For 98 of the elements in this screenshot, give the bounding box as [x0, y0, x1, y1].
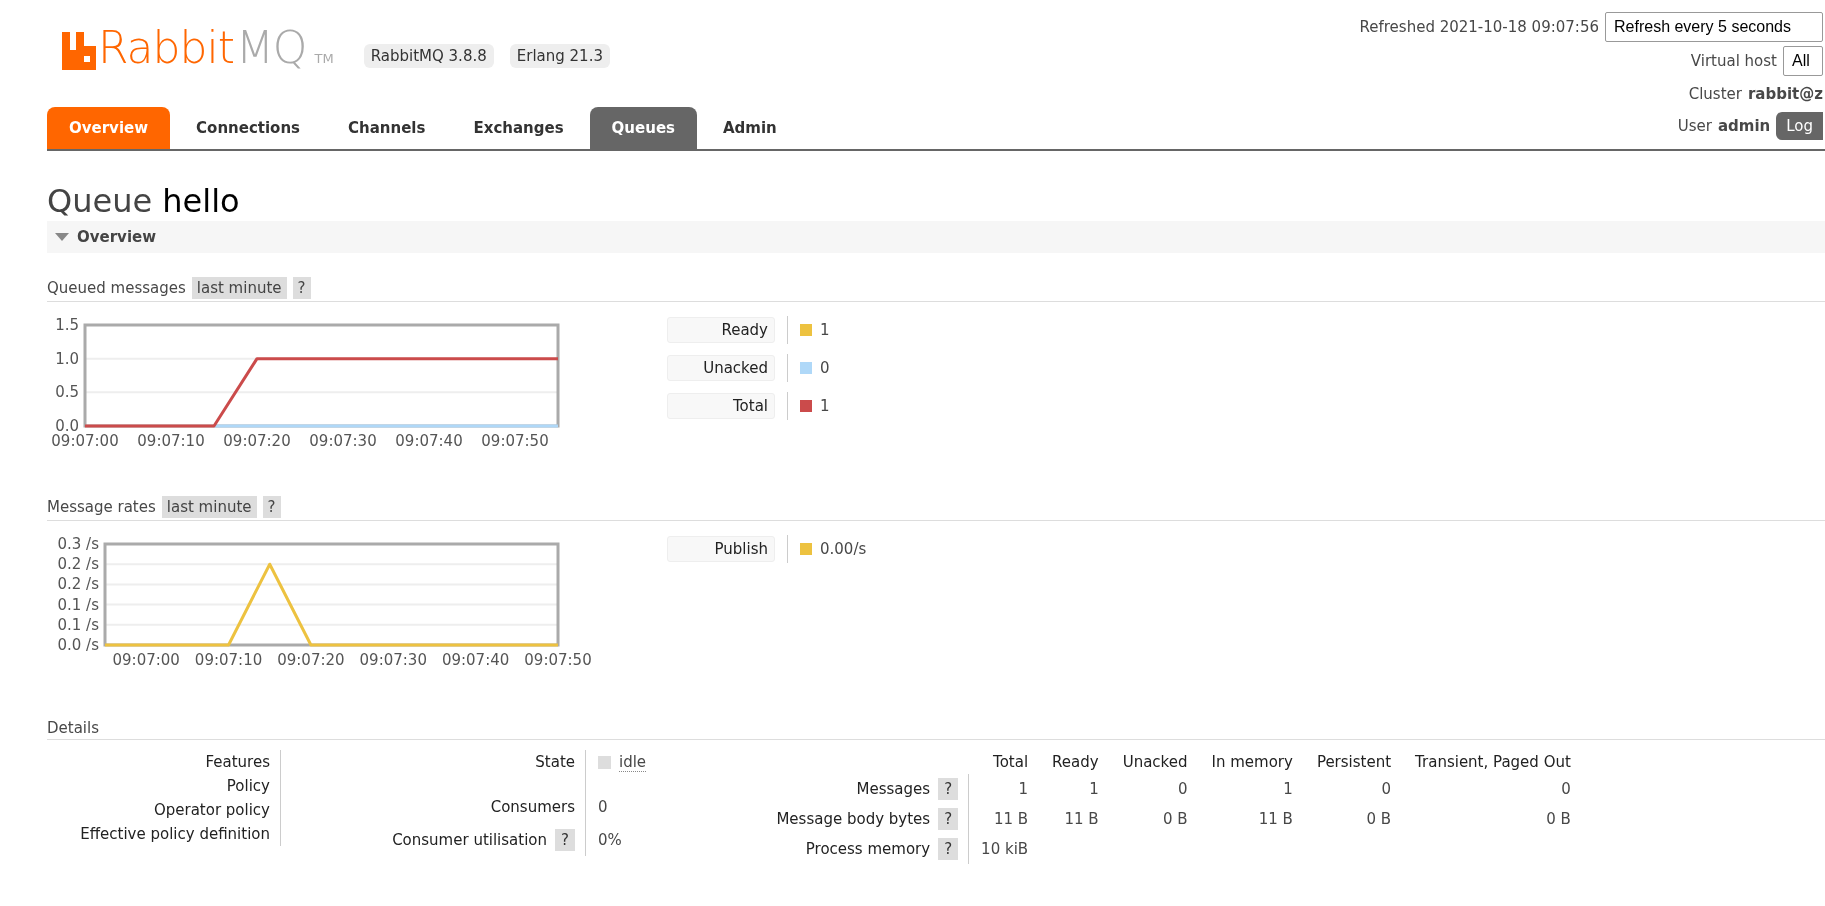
field-label: Virtual host: [1690, 52, 1777, 70]
axis-tick-label: 09:07:50: [481, 432, 549, 450]
logo-text: Rabbit: [98, 26, 234, 70]
time-range-button[interactable]: last minute: [161, 496, 257, 518]
table-cell-text: 0 B: [1365, 809, 1393, 830]
table-cell: 11 B: [968, 804, 1041, 834]
nav-tab[interactable]: Admin: [701, 107, 799, 149]
nav-tab[interactable]: Connections: [174, 107, 323, 149]
time-range-button[interactable]: last minute: [191, 277, 287, 299]
legend-value: 0.00/s: [820, 540, 867, 558]
table-cell-text: 0 B: [1545, 809, 1572, 830]
axis-tick-label: 0.3 /s: [57, 535, 99, 553]
axis-tick-label: 0.0: [55, 417, 79, 435]
legend-value: 1: [820, 321, 830, 339]
table-cell-text: 0: [1380, 779, 1393, 800]
table-cell-text: 0: [1176, 779, 1189, 800]
axis-tick-label: 09:07:20: [277, 651, 345, 669]
help-button[interactable]: ?: [938, 838, 959, 860]
axis-tick-label: 09:07:10: [137, 432, 205, 450]
section-heading: Message rates: [47, 498, 156, 516]
property-label: Consumers: [490, 797, 575, 816]
table-cell-text: 0 B: [1161, 809, 1189, 830]
trademark: TM: [314, 51, 334, 66]
axis-tick-label: 09:07:10: [194, 651, 263, 669]
help-button[interactable]: ?: [292, 277, 311, 299]
state-value: idle: [619, 753, 647, 772]
property-label: State: [535, 753, 575, 771]
legend-value: 1: [820, 397, 830, 415]
help-button[interactable]: ?: [262, 496, 281, 518]
section-title: Overview: [77, 228, 157, 246]
property-label: Effective policy definition: [47, 822, 281, 846]
legend-label: Total: [667, 393, 775, 419]
cluster-name: rabbit@z: [1747, 85, 1823, 103]
legend-label: Ready: [667, 317, 775, 343]
column-header: In memory: [1210, 752, 1294, 773]
table-cell: 10 kiB: [968, 834, 1041, 864]
refresh-select[interactable]: Refresh every 5 seconds: [1605, 12, 1823, 42]
legend-label: Publish: [667, 536, 775, 562]
help-button[interactable]: ?: [938, 808, 959, 830]
help-button[interactable]: ?: [555, 828, 575, 851]
axis-tick-label: 09:07:20: [223, 432, 291, 450]
property-value: 0: [598, 797, 608, 816]
row-label: Messages: [856, 780, 931, 798]
axis-tick-label: 0.1 /s: [57, 595, 99, 614]
caret-icon: [55, 232, 69, 242]
axis-tick-label: 0.1 /s: [57, 615, 99, 634]
table-cell: 1: [968, 774, 1041, 804]
page-title: Queue hello: [47, 181, 241, 221]
field-label: Cluster: [1688, 85, 1742, 103]
property-label: Operator policy: [47, 798, 281, 822]
version-badge: Erlang 21.3: [509, 44, 610, 68]
column-header: Total: [968, 750, 1041, 774]
table-cell-text: 1: [1282, 779, 1294, 800]
table-cell-text: 11 B: [1257, 809, 1294, 830]
table-cell-text: 0: [1560, 779, 1572, 800]
help-button[interactable]: ?: [938, 778, 959, 800]
column-header: Unacked: [1121, 752, 1189, 773]
axis-tick-label: 0.2 /s: [57, 575, 99, 594]
property-label: Features: [47, 750, 281, 774]
axis-tick-label: 1.0: [55, 349, 79, 368]
axis-tick-label: 0.5: [55, 383, 79, 402]
logo-text: MQ: [235, 26, 307, 70]
logout-button[interactable]: Log: [1776, 112, 1823, 140]
virtual-host-select[interactable]: All: [1783, 46, 1823, 76]
row-label: Process memory: [805, 840, 931, 858]
axis-tick-label: 0.2 /s: [57, 555, 99, 574]
field-label: User: [1677, 117, 1712, 135]
nav-tab[interactable]: Channels: [326, 107, 448, 149]
legend-value: 0: [820, 359, 830, 377]
axis-tick-label: 09:07:00: [112, 651, 180, 669]
column-header: Persistent: [1315, 752, 1393, 773]
property-label: Consumer utilisation: [392, 830, 548, 849]
row-label: Message body bytes: [776, 810, 931, 828]
column-header: Ready: [1051, 752, 1100, 773]
axis-tick-label: 09:07:30: [359, 651, 427, 669]
column-header: Transient, Paged Out: [1414, 752, 1572, 773]
axis-tick-label: 09:07:40: [395, 432, 463, 450]
table-cell-text: 1: [1088, 779, 1100, 800]
user-name: admin: [1717, 117, 1771, 135]
axis-tick-label: 09:07:50: [524, 651, 592, 669]
rabbit-logo-icon: [62, 32, 96, 70]
nav-tab[interactable]: Exchanges: [451, 107, 586, 149]
nav-tab[interactable]: Queues: [589, 107, 697, 149]
section-bar[interactable]: Overview: [47, 221, 1825, 253]
section-heading: Details: [47, 719, 99, 737]
property-label: Policy: [47, 774, 281, 798]
state-indicator-icon: [598, 756, 611, 769]
table-cell-text: 11 B: [1063, 809, 1100, 830]
axis-tick-label: 09:07:40: [441, 651, 510, 669]
axis-tick-label: 09:07:30: [309, 432, 377, 450]
axis-tick-label: 09:07:00: [51, 432, 119, 450]
property-value: 0%: [598, 830, 622, 849]
axis-tick-label: 1.5: [55, 316, 79, 334]
refreshed-time: Refreshed 2021-10-18 09:07:56: [1359, 18, 1599, 36]
section-heading: Queued messages: [47, 279, 186, 297]
legend-label: Unacked: [667, 355, 775, 381]
version-badge: RabbitMQ 3.8.8: [363, 44, 494, 68]
axis-tick-label: 0.0 /s: [57, 636, 99, 654]
